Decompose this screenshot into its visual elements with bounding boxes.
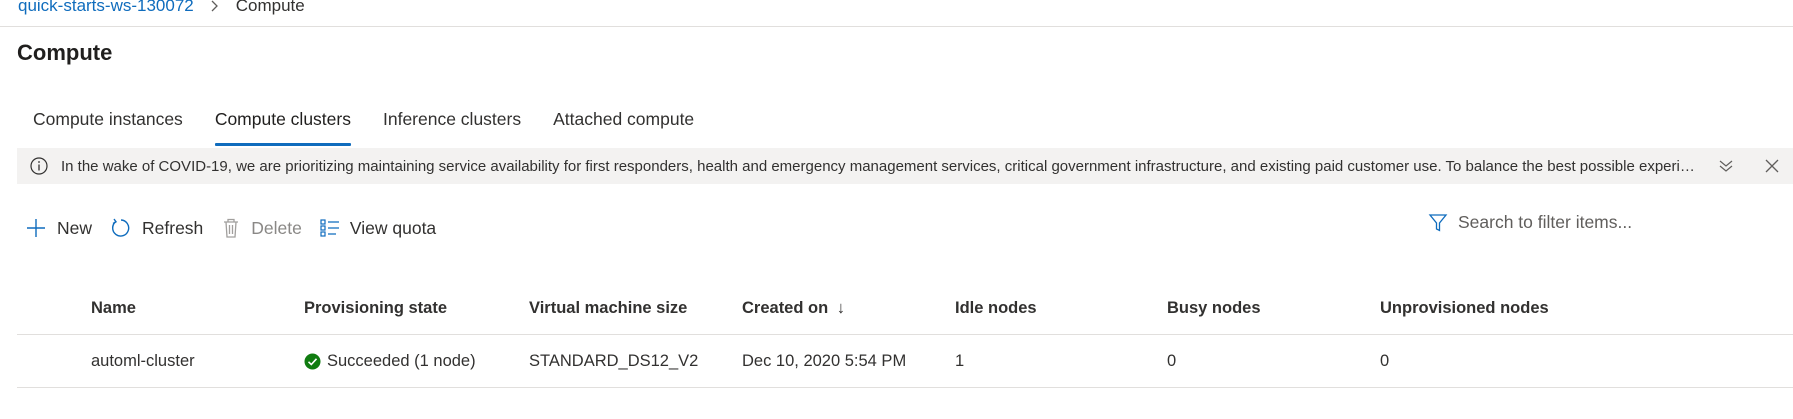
view-quota-button-label: View quota (349, 217, 437, 238)
filter-search-box[interactable]: Search to filter items... (1428, 212, 1632, 233)
tab-compute-clusters[interactable]: Compute clusters (199, 106, 367, 146)
clusters-table: Name Provisioning state Virtual machine … (17, 282, 1793, 388)
new-button[interactable]: New (25, 217, 92, 239)
delete-button-label: Delete (251, 217, 302, 238)
view-quota-button[interactable]: View quota (320, 218, 436, 239)
covid-notice-banner: In the wake of COVID-19, we are prioriti… (17, 148, 1793, 184)
new-button-label: New (57, 217, 93, 238)
search-input-placeholder[interactable]: Search to filter items... (1458, 212, 1632, 233)
plus-icon (27, 219, 45, 237)
banner-message: In the wake of COVID-19, we are prioriti… (61, 157, 1701, 175)
tab-inference-clusters[interactable]: Inference clusters (367, 106, 537, 146)
column-header-created-on[interactable]: Created on ↓ (742, 282, 845, 334)
breadcrumb: quick-starts-ws-130072 Compute (18, 0, 305, 16)
provisioning-state: Succeeded (1 node) (304, 335, 476, 387)
busy-nodes-cell: 0 (1167, 352, 1177, 370)
vm-size-cell: STANDARD_DS12_V2 (529, 352, 699, 370)
compute-tabs: Compute instances Compute clusters Infer… (17, 106, 710, 146)
table-header-row: Name Provisioning state Virtual machine … (17, 282, 1793, 335)
unprovisioned-nodes-cell: 0 (1380, 352, 1390, 370)
cluster-name-link[interactable]: automl-cluster (91, 335, 195, 387)
header-divider (0, 26, 1793, 27)
quota-list-icon (320, 219, 339, 237)
column-header-unprovisioned-nodes[interactable]: Unprovisioned nodes (1380, 282, 1549, 334)
provisioning-state-text: Succeeded (1 node) (327, 352, 476, 370)
column-header-created-on-label: Created on (742, 299, 829, 317)
column-header-vm-size[interactable]: Virtual machine size (529, 282, 687, 334)
tab-attached-compute[interactable]: Attached compute (537, 106, 710, 146)
tab-compute-instances[interactable]: Compute instances (17, 106, 199, 146)
info-icon (29, 156, 49, 176)
column-header-busy-nodes[interactable]: Busy nodes (1167, 282, 1261, 334)
breadcrumb-workspace-link[interactable]: quick-starts-ws-130072 (18, 0, 194, 16)
page-title: Compute (17, 40, 113, 65)
refresh-button-label: Refresh (142, 217, 204, 238)
command-bar: New Refresh Delete View quota (25, 214, 454, 242)
sort-down-icon: ↓ (836, 299, 846, 317)
chevron-right-icon (210, 0, 220, 12)
created-on-cell: Dec 10, 2020 5:54 PM (742, 352, 907, 370)
column-header-idle-nodes[interactable]: Idle nodes (955, 282, 1037, 334)
idle-nodes-cell: 1 (955, 352, 965, 370)
refresh-icon (112, 218, 130, 237)
success-check-icon (304, 353, 321, 369)
close-icon[interactable] (1763, 157, 1781, 175)
refresh-button[interactable]: Refresh (110, 217, 203, 239)
filter-icon (1428, 213, 1448, 232)
column-header-name[interactable]: Name (91, 282, 136, 334)
delete-button[interactable]: Delete (221, 217, 302, 239)
trash-icon (224, 218, 239, 238)
column-header-provisioning-state[interactable]: Provisioning state (304, 282, 447, 334)
table-row[interactable]: automl-cluster Succeeded (1 node) STANDA… (17, 335, 1793, 388)
expand-icon[interactable] (1717, 157, 1735, 175)
breadcrumb-current: Compute (235, 0, 305, 15)
